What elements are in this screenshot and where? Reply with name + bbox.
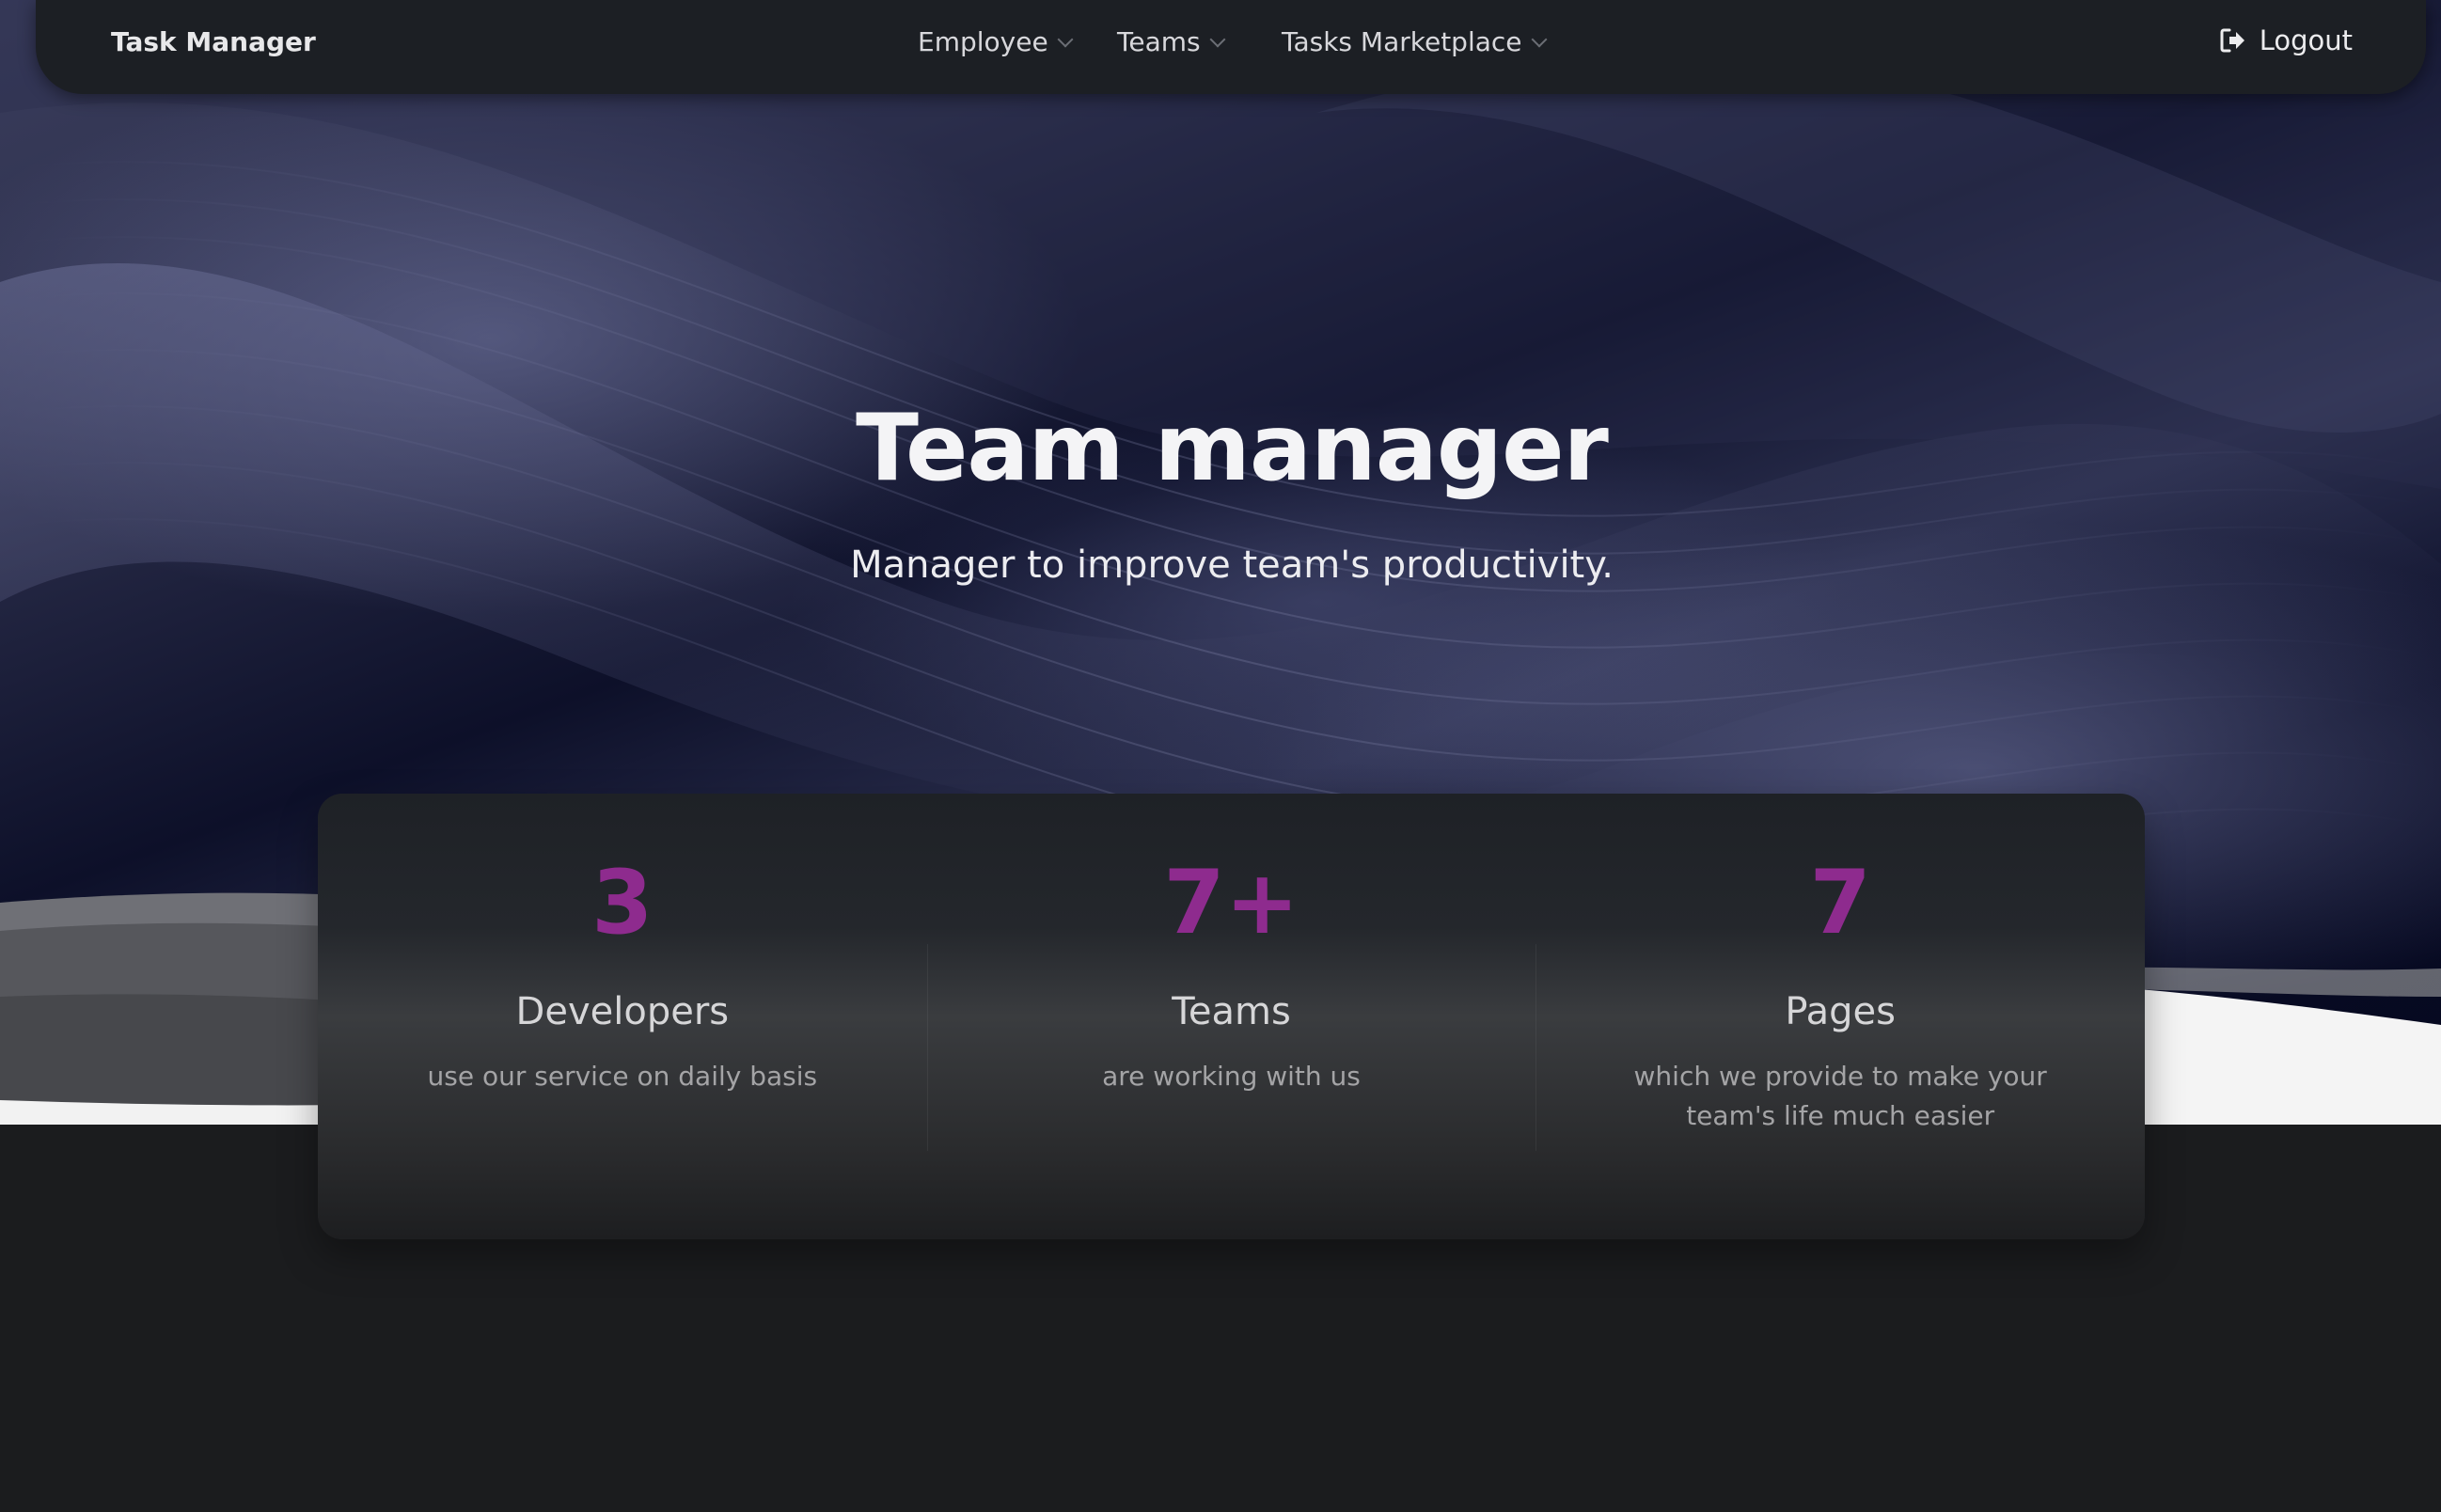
chevron-down-icon xyxy=(1531,31,1547,47)
nav-item-label: Tasks Marketplace xyxy=(1282,26,1522,57)
stat-description: which we provide to make your team's lif… xyxy=(1633,1061,2047,1131)
nav-item-tasks-marketplace[interactable]: Tasks Marketplace xyxy=(1282,26,1547,57)
stat-description: use our service on daily basis xyxy=(427,1061,818,1092)
nav-item-teams[interactable]: Teams xyxy=(1117,26,1226,57)
stat-teams: 7+ Teams are working with us xyxy=(926,794,1536,1239)
stat-label: Pages xyxy=(1785,990,1897,1033)
nav-item-employee[interactable]: Employee xyxy=(918,26,1074,57)
stat-label: Developers xyxy=(515,990,730,1033)
chevron-down-icon xyxy=(1209,31,1226,47)
stats-card: 3 Developers use our service on daily ba… xyxy=(318,794,2145,1239)
stat-description: are working with us xyxy=(1102,1061,1361,1092)
stat-pages: 7 Pages which we provide to make your te… xyxy=(1535,794,2145,1239)
logout-label: Logout xyxy=(2259,24,2353,56)
stat-developers: 3 Developers use our service on daily ba… xyxy=(318,794,927,1239)
logout-button[interactable]: Logout xyxy=(2220,24,2353,56)
nav-item-label: Teams xyxy=(1117,26,1201,57)
stat-label: Teams xyxy=(1172,990,1291,1033)
logout-icon xyxy=(2220,28,2246,53)
chevron-down-icon xyxy=(1057,31,1074,47)
navbar: Task Manager Employee Teams Tasks Market… xyxy=(36,0,2426,94)
hero-title: Team manager xyxy=(856,395,1609,502)
brand-logo[interactable]: Task Manager xyxy=(111,26,316,57)
nav-item-label: Employee xyxy=(918,26,1048,57)
hero-subtitle: Manager to improve team's productivity. xyxy=(850,543,1614,587)
stat-value: 3 xyxy=(591,852,654,954)
stat-value: 7+ xyxy=(1163,852,1299,954)
page: Task Manager Employee Teams Tasks Market… xyxy=(0,0,2441,1512)
stat-value: 7 xyxy=(1809,852,1871,954)
